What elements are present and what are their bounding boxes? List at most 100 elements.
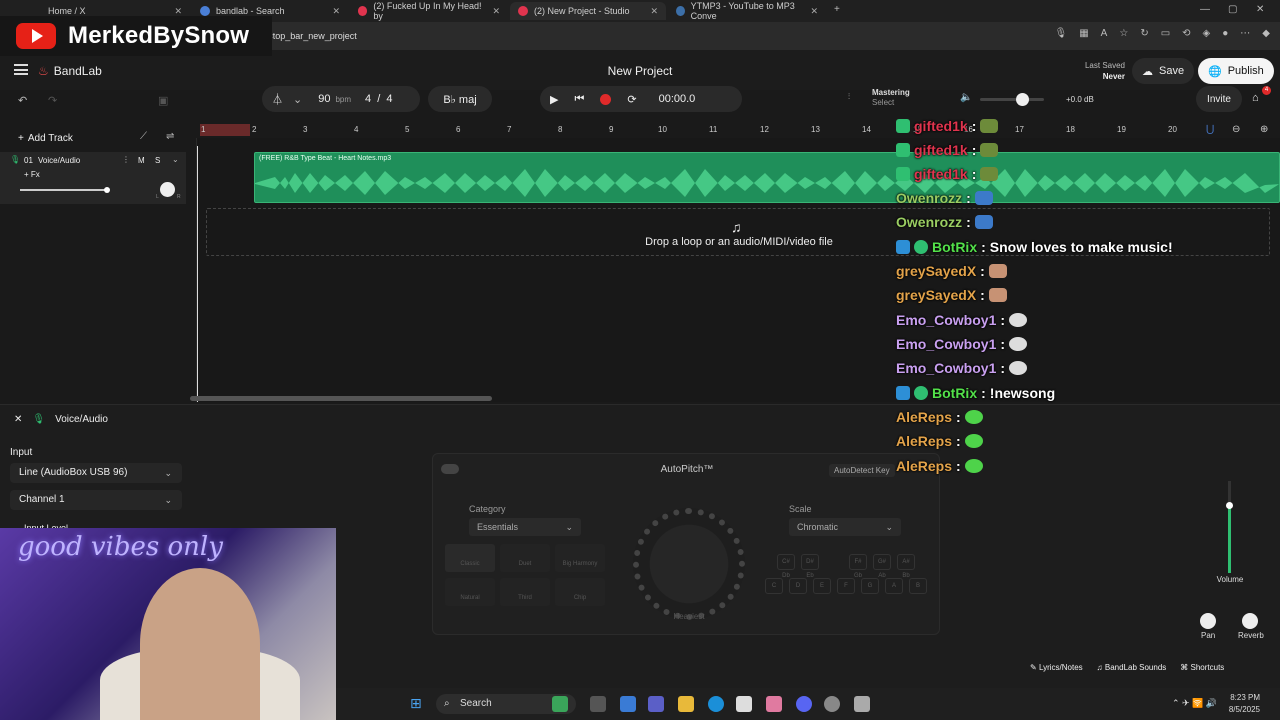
tab-youtube-song[interactable]: (2) Fucked Up In My Head! by ✕ bbox=[350, 1, 508, 21]
task-view-icon[interactable] bbox=[590, 696, 606, 712]
master-volume-thumb[interactable] bbox=[1016, 93, 1029, 106]
note-key[interactable]: B bbox=[909, 578, 927, 594]
close-tab-icon[interactable]: ✕ bbox=[174, 6, 182, 17]
app-icon[interactable] bbox=[824, 696, 840, 712]
history-icon[interactable]: ⟲ bbox=[1182, 28, 1190, 39]
refresh-icon[interactable]: ↻ bbox=[1140, 28, 1148, 39]
note-key[interactable]: F bbox=[837, 578, 855, 594]
note-key[interactable]: G bbox=[861, 578, 879, 594]
time-signature[interactable]: 4 / 4 bbox=[365, 93, 392, 105]
tab-new-project-studio[interactable]: (2) New Project - Studio ✕ bbox=[510, 2, 666, 20]
app-icon[interactable] bbox=[552, 696, 568, 712]
speaker-icon[interactable]: 🔈 bbox=[960, 92, 972, 103]
system-tray-icons[interactable]: ⌃ ✈ 🛜 🔊 bbox=[1172, 698, 1217, 709]
note-key[interactable]: A# Bb bbox=[897, 554, 915, 579]
shortcuts-link[interactable]: ⌘ Shortcuts bbox=[1180, 663, 1224, 672]
copilot-icon[interactable]: ◆ bbox=[1262, 28, 1270, 39]
invite-button[interactable]: Invite bbox=[1196, 86, 1242, 112]
tab-ytmp3[interactable]: YTMP3 - YouTube to MP3 Conve ✕ bbox=[668, 1, 826, 21]
mastering-button[interactable]: ⫶ Mastering Select 🔈 bbox=[848, 86, 972, 112]
metronome-icon[interactable]: ⏃ bbox=[272, 91, 283, 107]
style-duet[interactable]: Duet bbox=[500, 544, 550, 572]
tool-icon[interactable]: ▣ bbox=[158, 88, 168, 112]
loop-icon[interactable]: ⟳ bbox=[627, 93, 636, 106]
new-tab-button[interactable]: + bbox=[834, 4, 840, 15]
save-button[interactable]: ☁ Save bbox=[1132, 58, 1195, 84]
discord-icon[interactable] bbox=[796, 696, 812, 712]
pan-knob[interactable] bbox=[1200, 613, 1216, 629]
note-key[interactable]: G# Ab bbox=[873, 554, 891, 579]
bpm-value[interactable]: 90 bbox=[318, 93, 330, 105]
record-button[interactable] bbox=[600, 93, 612, 105]
lyrics-notes-link[interactable]: ✎ Lyrics/Notes bbox=[1030, 663, 1083, 672]
favorite-icon[interactable]: ☆ bbox=[1119, 28, 1128, 39]
gift-icon[interactable]: ⌂ bbox=[1252, 92, 1259, 104]
windows-start-icon[interactable]: ⊞ bbox=[410, 695, 422, 712]
edge-icon[interactable] bbox=[708, 696, 724, 712]
track-header[interactable]: 🎙 01 Voice/Audio ⋮ M S ⌄ + Fx L R bbox=[0, 152, 186, 204]
read-aloud-icon[interactable]: A bbox=[1101, 28, 1108, 39]
zoom-out-icon[interactable]: ⊖ bbox=[1232, 124, 1240, 135]
autopitch-amount-knob[interactable] bbox=[633, 508, 745, 620]
scale-select[interactable]: Chromatic ⌄ bbox=[789, 518, 901, 536]
teams-icon[interactable] bbox=[648, 696, 664, 712]
note-key[interactable]: E bbox=[813, 578, 831, 594]
track-pan-knob[interactable] bbox=[160, 182, 175, 197]
mute-button[interactable]: M bbox=[138, 156, 145, 165]
note-key[interactable]: C# Db bbox=[777, 554, 795, 579]
track-volume-thumb[interactable] bbox=[104, 187, 110, 193]
category-select[interactable]: Essentials ⌄ bbox=[469, 518, 581, 536]
snap-magnet-icon[interactable]: ⋃ bbox=[1206, 124, 1214, 135]
file-explorer-icon[interactable] bbox=[678, 696, 694, 712]
note-key[interactable]: A bbox=[885, 578, 903, 594]
close-tab-icon[interactable]: ✕ bbox=[492, 6, 500, 17]
fx-button[interactable]: + Fx bbox=[24, 170, 40, 179]
style-third[interactable]: Third bbox=[500, 578, 550, 606]
profile-avatar[interactable]: ● bbox=[1222, 28, 1228, 39]
tuner-icon[interactable]: ⟋ bbox=[140, 131, 147, 142]
bandlab-sounds-link[interactable]: ♫ BandLab Sounds bbox=[1097, 663, 1167, 672]
publish-button[interactable]: 🌐 Publish bbox=[1198, 58, 1274, 84]
master-volume-slider[interactable] bbox=[980, 98, 1044, 101]
input-device-select[interactable]: Line (AudioBox USB 96) ⌄ bbox=[10, 463, 182, 483]
track-volume-slider[interactable] bbox=[20, 189, 108, 191]
chevron-down-icon[interactable]: ⌄ bbox=[172, 155, 179, 164]
horizontal-scrollbar[interactable] bbox=[190, 396, 492, 401]
redo-icon[interactable]: ↷ bbox=[48, 88, 57, 112]
app-icon[interactable] bbox=[766, 696, 782, 712]
undo-icon[interactable]: ↶ bbox=[18, 88, 27, 112]
track-menu-icon[interactable]: ⋮ bbox=[122, 155, 130, 164]
key-selector[interactable]: B♭ maj bbox=[428, 86, 492, 112]
skip-to-start-icon[interactable]: ⏮ bbox=[574, 93, 584, 106]
note-key[interactable]: D bbox=[789, 578, 807, 594]
autodetect-key-button[interactable]: AutoDetect Key bbox=[829, 464, 895, 477]
style-natural[interactable]: Natural bbox=[445, 578, 495, 606]
style-classic[interactable]: Classic bbox=[445, 544, 495, 572]
playhead[interactable] bbox=[197, 146, 198, 402]
note-key[interactable]: D# Eb bbox=[801, 554, 819, 579]
chevron-down-icon[interactable]: ⌄ bbox=[293, 93, 302, 106]
reverb-knob[interactable] bbox=[1242, 613, 1258, 629]
copilot-icon[interactable] bbox=[620, 696, 636, 712]
mic-icon[interactable]: 🎙 bbox=[1055, 28, 1068, 39]
note-key[interactable]: C bbox=[765, 578, 783, 594]
extensions-icon[interactable]: ▦ bbox=[1079, 28, 1088, 39]
play-icon[interactable]: ▶ bbox=[550, 93, 558, 106]
add-track-button[interactable]: + Add Track bbox=[10, 129, 81, 147]
more-icon[interactable]: ⋯ bbox=[1240, 28, 1250, 39]
volume-thumb[interactable] bbox=[1226, 502, 1233, 509]
shield-icon[interactable]: ◈ bbox=[1203, 28, 1211, 39]
close-tab-icon[interactable]: ✕ bbox=[810, 6, 818, 17]
audio-clip[interactable]: (FREE) R&B Type Beat - Heart Notes.mp3 bbox=[254, 152, 1280, 203]
style-chip[interactable]: Chip bbox=[555, 578, 605, 606]
close-tab-icon[interactable]: ✕ bbox=[332, 6, 340, 17]
style-big-harmony[interactable]: Big Harmony bbox=[555, 544, 605, 572]
close-window-button[interactable]: ✕ bbox=[1256, 4, 1264, 15]
url-field[interactable]: m=top_bar_new_project bbox=[260, 28, 1040, 45]
timeline-ruler[interactable]: 1 2 3 4 5 6 7 8 9 10 11 12 13 14 15 16 1… bbox=[196, 124, 1280, 138]
track-name[interactable]: Voice/Audio bbox=[38, 156, 80, 165]
store-icon[interactable] bbox=[736, 696, 752, 712]
collections-icon[interactable]: ▭ bbox=[1161, 28, 1170, 39]
solo-button[interactable]: S bbox=[155, 156, 160, 165]
close-icon[interactable]: ✕ bbox=[14, 414, 22, 425]
